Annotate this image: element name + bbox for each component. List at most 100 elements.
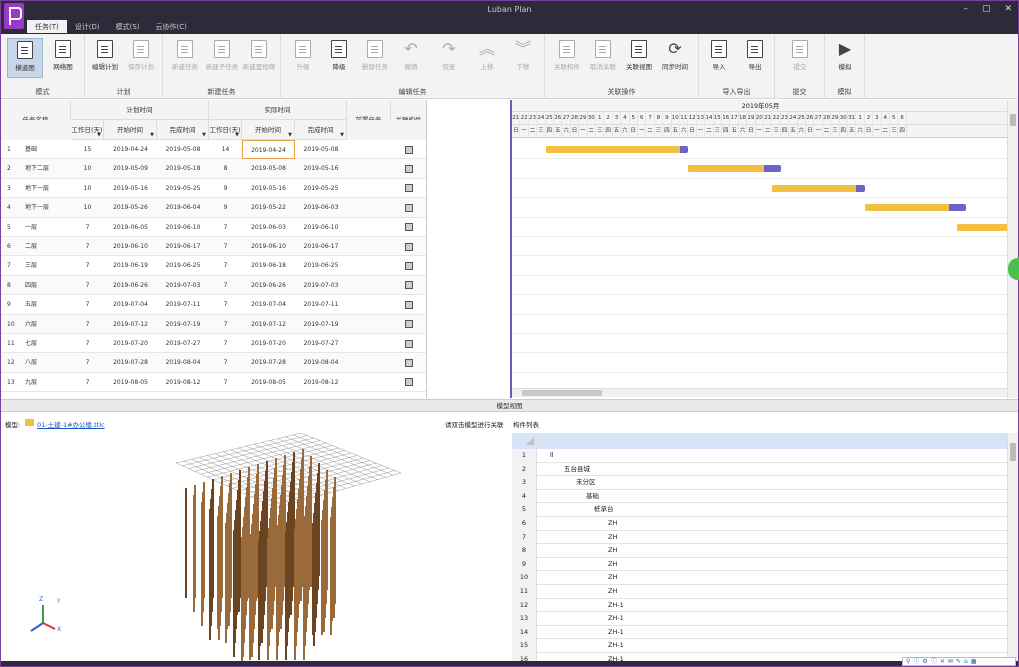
cell-linked[interactable] xyxy=(391,159,426,178)
col-header-act-start[interactable]: 开始时间 ▼ xyxy=(242,120,295,140)
cell-name[interactable]: 六层 xyxy=(25,315,71,334)
cell-plan-days[interactable]: 7 xyxy=(71,315,104,334)
cell-predecessor[interactable] xyxy=(347,256,391,275)
plan-bar[interactable] xyxy=(957,223,1007,231)
cell-act-days[interactable]: 7 xyxy=(209,315,242,334)
cell-no[interactable]: 11 xyxy=(1,334,17,353)
component-link-icon[interactable] xyxy=(405,300,413,309)
tree-node-label[interactable]: ZH xyxy=(608,558,617,571)
cell-act-end[interactable]: 2019-05-16 xyxy=(295,159,347,178)
link-component-button[interactable]: 关联构件 xyxy=(549,38,585,78)
component-link-icon[interactable] xyxy=(405,184,413,193)
cell-act-end[interactable]: 2019-06-17 xyxy=(295,237,347,256)
pen-icon[interactable]: ✎ xyxy=(956,658,961,665)
table-row[interactable]: 4 地下一层 10 2019-05-26 2019-06-04 9 2019-05-22 20… xyxy=(1,198,426,218)
downgrade-button[interactable]: 降级 xyxy=(321,38,357,78)
tree-row[interactable]: 13 ZH-1 xyxy=(512,612,1007,626)
cell-act-start[interactable]: 2019-05-22 xyxy=(242,198,295,217)
cell-plan-start[interactable]: 2019-04-24 xyxy=(104,140,157,159)
tab-design[interactable]: 设计(D) xyxy=(67,20,108,33)
3d-model-viewer[interactable]: Z X Y xyxy=(1,433,510,661)
tree-node-label[interactable]: ZH-1 xyxy=(608,599,624,612)
table-row[interactable]: 10 六层 7 2019-07-12 2019-07-19 7 2019-07-12 2019… xyxy=(1,314,426,334)
component-link-icon[interactable] xyxy=(405,164,413,173)
cell-act-end[interactable]: 2019-08-04 xyxy=(295,353,347,372)
col-header-plan-start[interactable]: 开始时间 ▼ xyxy=(104,120,157,140)
tree-node-label[interactable]: 基础 xyxy=(586,490,599,503)
cell-act-start[interactable]: 2019-07-28 xyxy=(242,353,295,372)
component-link-icon[interactable] xyxy=(405,320,413,329)
cell-no[interactable]: 1 xyxy=(1,140,17,159)
cell-act-end[interactable]: 2019-06-25 xyxy=(295,256,347,275)
cell-plan-end[interactable]: 2019-07-27 xyxy=(157,334,209,353)
tree-node-label[interactable]: ZH xyxy=(608,585,617,598)
info-icon[interactable]: ⓘ xyxy=(931,658,937,665)
tree-row[interactable]: 14 ZH-1 xyxy=(512,625,1007,640)
cell-act-days[interactable]: 7 xyxy=(209,295,242,314)
table-row[interactable]: 11 七层 7 2019-07-20 2019-07-27 7 2019-07-20 2019… xyxy=(1,334,426,354)
cell-predecessor[interactable] xyxy=(347,315,391,334)
cell-plan-end[interactable]: 2019-07-19 xyxy=(157,315,209,334)
cell-linked[interactable] xyxy=(391,334,426,353)
cell-act-end[interactable]: 2019-07-03 xyxy=(295,276,347,295)
tree-node-label[interactable]: ZH-1 xyxy=(608,626,624,639)
undo-button[interactable]: ↶ 撤销 xyxy=(393,38,429,78)
gantt-task-bar[interactable] xyxy=(688,165,781,173)
cell-plan-start[interactable]: 2019-06-05 xyxy=(104,218,157,237)
dropdown-icon[interactable]: ▼ xyxy=(288,133,292,138)
tree-row[interactable]: 9 ZH xyxy=(512,557,1007,572)
gantt-view-button[interactable]: 横道图 xyxy=(7,38,43,78)
dropdown-icon[interactable]: ▼ xyxy=(97,133,101,138)
cell-act-end[interactable]: 2019-07-11 xyxy=(295,295,347,314)
side-panel-toggle[interactable] xyxy=(1008,258,1019,280)
cell-act-days[interactable]: 7 xyxy=(209,276,242,295)
cell-plan-days[interactable]: 15 xyxy=(71,140,104,159)
cell-no[interactable]: 4 xyxy=(1,198,17,217)
cell-linked[interactable] xyxy=(391,237,426,256)
cell-plan-end[interactable]: 2019-06-10 xyxy=(157,218,209,237)
component-link-icon[interactable] xyxy=(405,261,413,270)
cell-plan-days[interactable]: 7 xyxy=(71,276,104,295)
component-link-icon[interactable] xyxy=(405,339,413,348)
tree-row[interactable]: 1 ll xyxy=(512,449,1007,463)
progress-bar[interactable] xyxy=(948,204,966,212)
cell-act-days[interactable]: 7 xyxy=(209,218,242,237)
gantt-vertical-scrollbar[interactable] xyxy=(1007,100,1018,398)
plan-bar[interactable] xyxy=(864,204,949,212)
cell-linked[interactable] xyxy=(391,256,426,275)
move-down-button[interactable]: ︾ 下移 xyxy=(505,38,541,78)
cell-linked[interactable] xyxy=(391,373,426,392)
cell-act-start[interactable]: 2019-07-04 xyxy=(242,295,295,314)
table-row[interactable]: 9 五层 7 2019-07-04 2019-07-11 7 2019-07-04 2019-… xyxy=(1,295,426,315)
scroll-thumb[interactable] xyxy=(1010,443,1016,461)
tree-node-label[interactable]: ZH xyxy=(608,544,617,557)
cell-act-start[interactable]: 2019-06-18 xyxy=(242,256,295,275)
progress-bar[interactable] xyxy=(856,184,865,192)
close-icon[interactable]: ✕ xyxy=(940,658,945,665)
cell-linked[interactable] xyxy=(391,140,426,159)
cell-no[interactable]: 3 xyxy=(1,179,17,198)
progress-bar[interactable] xyxy=(679,146,689,153)
cell-name[interactable]: 地下一层 xyxy=(25,179,71,198)
chat-icon[interactable]: ✉ xyxy=(948,658,953,665)
tree-node-label[interactable]: ZH-1 xyxy=(608,639,624,652)
col-header-act-days[interactable]: 工作日(天) ▼ xyxy=(209,120,242,140)
cell-name[interactable]: 八层 xyxy=(25,353,71,372)
model-file-link[interactable]: 01-土建-1#办公楼.ttlc xyxy=(37,419,105,429)
cell-plan-start[interactable]: 2019-06-19 xyxy=(104,256,157,275)
cell-act-start[interactable]: 2019-07-12 xyxy=(242,315,295,334)
export-button[interactable]: 导出 xyxy=(737,38,773,78)
tree-row[interactable]: 11 ZH xyxy=(512,585,1007,599)
cell-plan-start[interactable]: 2019-07-20 xyxy=(104,334,157,353)
edit-plan-button[interactable]: 编辑计划 xyxy=(87,38,123,78)
cell-plan-end[interactable]: 2019-08-12 xyxy=(157,373,209,392)
scroll-thumb[interactable] xyxy=(522,390,602,396)
cell-predecessor[interactable] xyxy=(347,218,391,237)
cell-plan-end[interactable]: 2019-05-25 xyxy=(157,179,209,198)
cell-linked[interactable] xyxy=(391,179,426,198)
component-link-icon[interactable] xyxy=(405,358,413,367)
cell-linked[interactable] xyxy=(391,276,426,295)
cell-plan-end[interactable]: 2019-06-04 xyxy=(157,198,209,217)
delete-task-button[interactable]: 删除任务 xyxy=(357,38,393,78)
cell-name[interactable]: 一层 xyxy=(25,218,71,237)
